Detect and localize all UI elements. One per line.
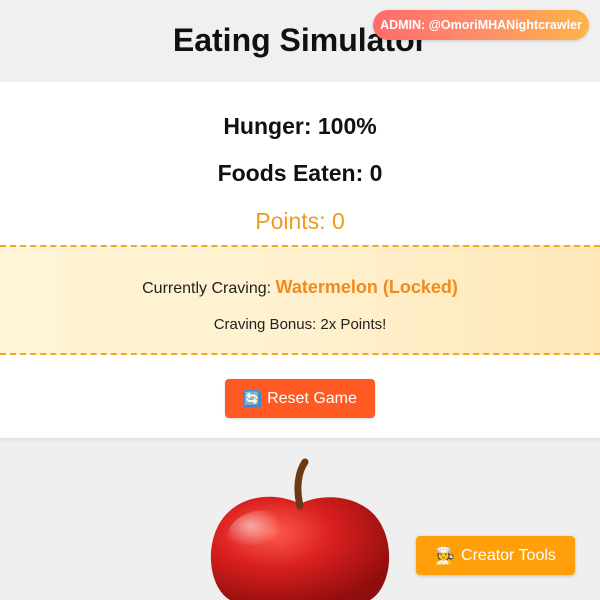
foods-eaten-stat: Foods Eaten: 0 (217, 160, 383, 186)
craving-box: Currently Craving: Watermelon (Locked) C… (0, 245, 600, 355)
chef-icon: 🧑‍🍳 (435, 547, 456, 565)
reset-game-button[interactable]: 🔄 Reset Game (225, 379, 375, 418)
craving-label: Currently Craving: (142, 280, 276, 297)
creator-tools-label: Creator Tools (461, 546, 556, 564)
creator-tools-button[interactable]: 🧑‍🍳 Creator Tools (416, 536, 575, 575)
stats-panel: Hunger: 100% Foods Eaten: 0 Points: 0 Cu… (0, 82, 600, 438)
admin-badge: ADMIN: @OmoriMHANightcrawler (373, 10, 589, 40)
apple-icon[interactable] (208, 458, 392, 600)
hunger-stat: Hunger: 100% (223, 113, 377, 139)
craving-bonus: Craving Bonus: 2x Points! (213, 316, 387, 333)
reset-game-label: Reset Game (267, 389, 357, 407)
craving-food: Watermelon (Locked) (275, 277, 458, 297)
craving-line: Currently Craving: Watermelon (Locked) (0, 277, 600, 298)
refresh-icon: 🔄 (243, 389, 262, 408)
points-stat: Points: 0 (255, 208, 345, 234)
